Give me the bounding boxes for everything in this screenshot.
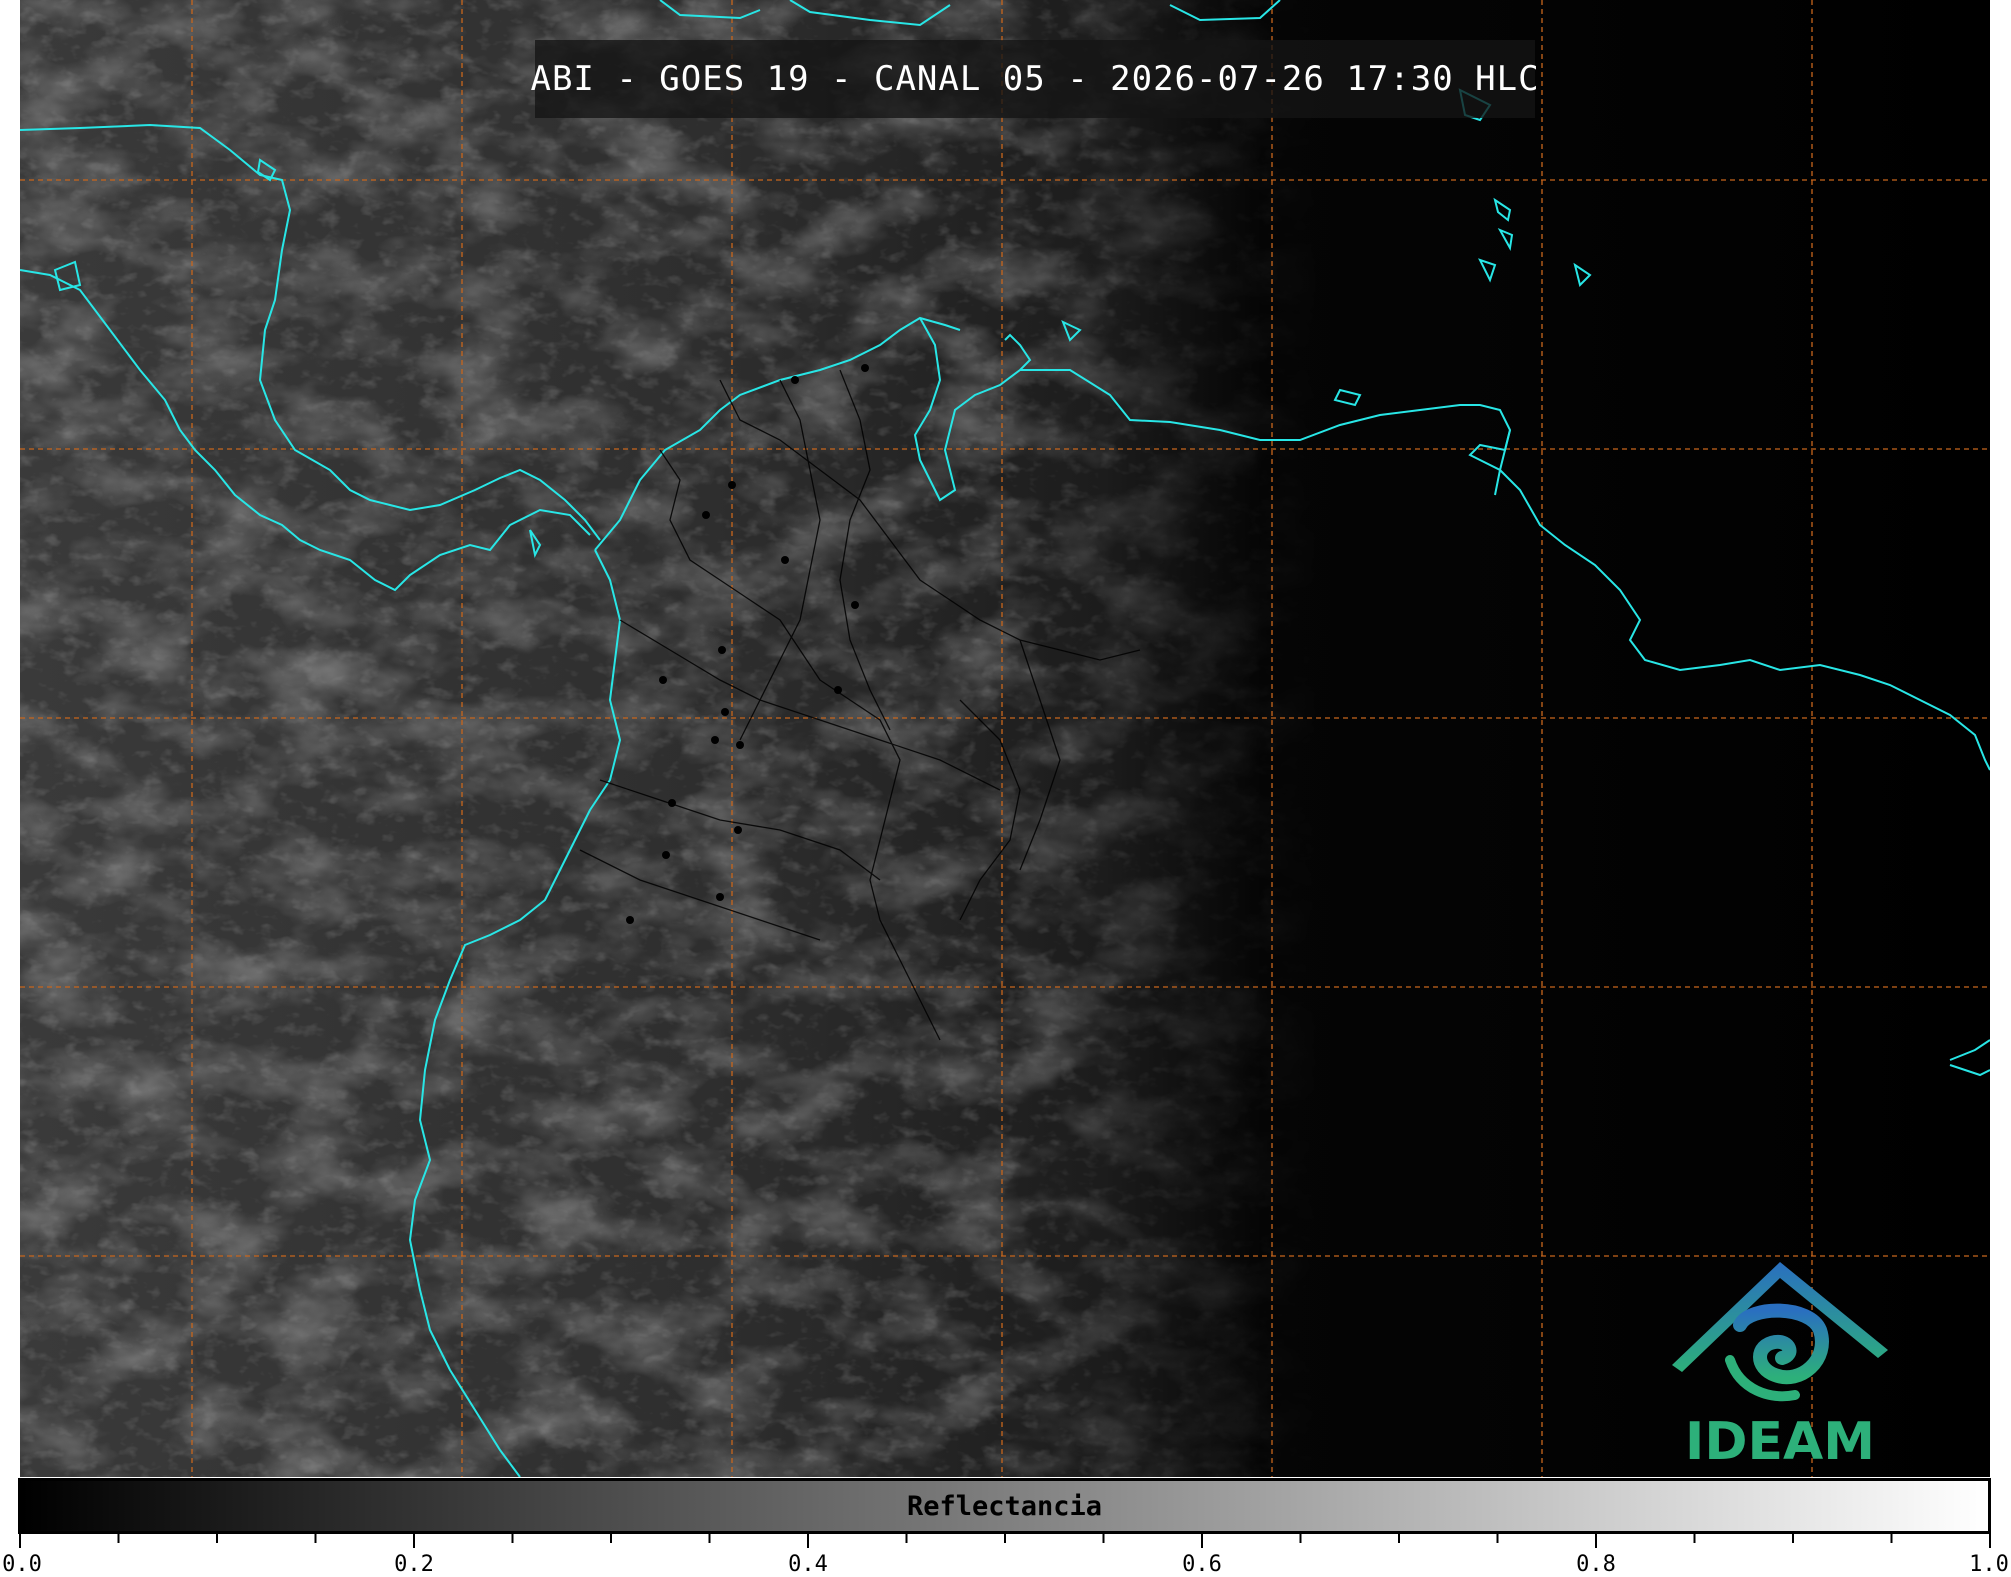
- colorbar: Reflectancia: [18, 1478, 1991, 1534]
- colorbar-tick-label: 0.8: [1576, 1552, 1616, 1577]
- colorbar-tick-label: 0.4: [788, 1552, 828, 1577]
- city-markers: [626, 364, 869, 924]
- ideam-logo-icon: [1672, 1262, 1888, 1402]
- map-title-box: ABI - GOES 19 - CANAL 05 - 2026-07-26 17…: [530, 40, 1539, 118]
- colorbar-tick-label: 0.2: [394, 1552, 434, 1577]
- ideam-logo-text: IDEAM: [1684, 1412, 1876, 1472]
- map-title: ABI - GOES 19 - CANAL 05 - 2026-07-26 17…: [530, 59, 1540, 99]
- colorbar-ticks: [19, 1534, 1991, 1548]
- colorbar-tick-label: 0.6: [1182, 1552, 1222, 1577]
- colorbar-label: Reflectancia: [906, 1490, 1103, 1522]
- colorbar-tick-label: 0.0: [2, 1552, 42, 1577]
- political-borders: [579, 369, 1141, 1041]
- ideam-logo: IDEAM: [1660, 1250, 1900, 1472]
- colorbar-tick-label: 1.0: [1969, 1552, 2009, 1577]
